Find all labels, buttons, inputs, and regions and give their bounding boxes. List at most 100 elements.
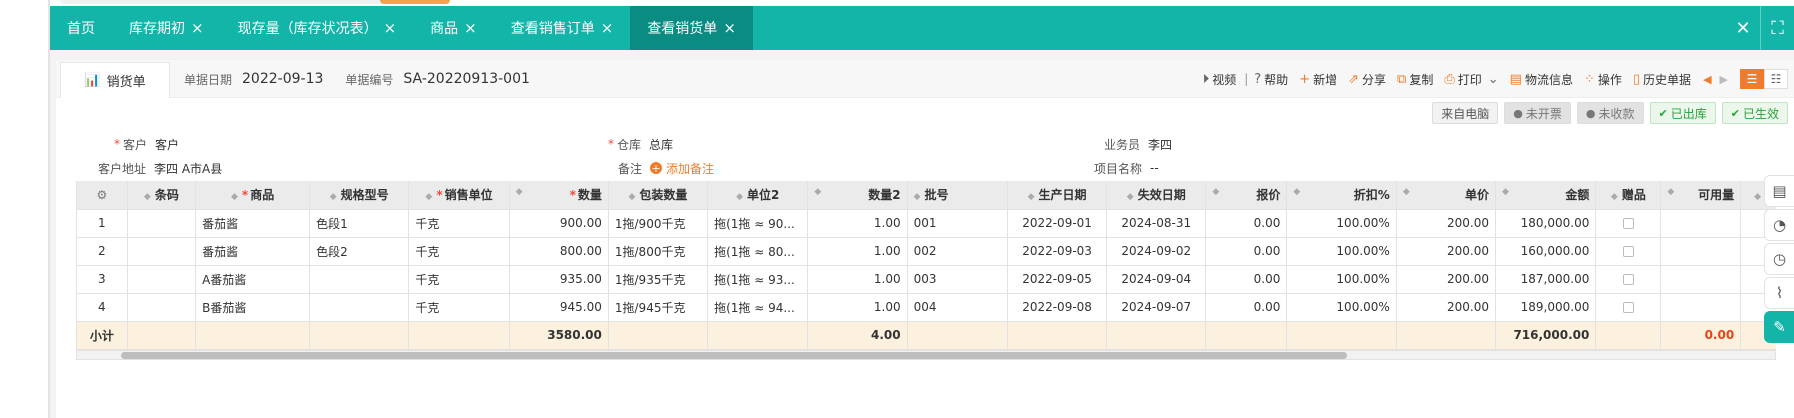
cell-unit[interactable]: 千克 [408, 237, 510, 266]
cell-batch[interactable]: 001 [907, 209, 1008, 238]
copy-button[interactable]: ⧉ 复制 [1397, 71, 1433, 88]
video-button[interactable]: ⏵ 视频 [1203, 71, 1237, 88]
add-button[interactable]: + 新增 [1299, 71, 1337, 88]
table-row[interactable]: 3 A番茄酱 千克 935.00 1拖/935千克 拖(1拖 ≈ 93... 1.00 003… [77, 265, 1776, 294]
cell-discount[interactable]: 100.00% [1286, 293, 1397, 322]
cell-amount[interactable]: 180,000.00 [1495, 209, 1597, 238]
cell-product[interactable]: B番茄酱 [195, 293, 311, 322]
cell-barcode[interactable] [127, 237, 197, 266]
horizontal-scrollbar[interactable] [76, 350, 1776, 360]
detail-view-icon[interactable]: ☷ [1764, 69, 1788, 89]
col-header[interactable]: ◆ * 销售单位 [408, 181, 510, 210]
col-header[interactable]: ◆ * 数量 [509, 181, 609, 210]
cell-barcode[interactable] [127, 209, 197, 238]
cell-price[interactable]: 200.00 [1396, 265, 1497, 294]
cell-spec[interactable]: 色段2 [309, 237, 410, 266]
cell-quote[interactable]: 0.00 [1205, 237, 1288, 266]
next-arrow-icon[interactable]: ▶ [1720, 73, 1728, 86]
cell-spec[interactable] [309, 265, 410, 294]
tab-view-sales-order[interactable]: 查看销售订单 × [494, 6, 631, 50]
gift-checkbox[interactable] [1622, 218, 1634, 229]
customer-field[interactable]: * 客户 客户 [114, 134, 179, 154]
prev-arrow-icon[interactable]: ◀ [1703, 73, 1711, 86]
tab-view-sales-delivery[interactable]: 查看销货单 × [630, 6, 753, 50]
scrollbar-thumb[interactable] [121, 352, 1347, 359]
cell-product[interactable]: 番茄酱 [195, 209, 311, 238]
col-header[interactable]: ◆ 数量2 [807, 181, 908, 210]
cell-available[interactable] [1660, 293, 1742, 322]
cell-price[interactable]: 200.00 [1396, 293, 1497, 322]
history-button[interactable]: ▯ 历史单据 [1633, 71, 1691, 88]
cell-spec[interactable]: 色段1 [309, 209, 410, 238]
col-header[interactable]: ◆ 金额 [1495, 181, 1597, 210]
doc-tab[interactable]: 📊 销货单 [60, 62, 170, 98]
cell-qty2[interactable]: 1.00 [807, 237, 908, 266]
cell-unit[interactable]: 千克 [408, 209, 510, 238]
history-icon[interactable]: ◔ [1764, 209, 1794, 241]
cell-unit[interactable]: 千克 [408, 265, 510, 294]
cell-unit2[interactable]: 拖(1拖 ≈ 80... [707, 237, 809, 266]
cell-unit2[interactable]: 拖(1拖 ≈ 94... [707, 293, 809, 322]
edit-icon[interactable]: ✎ [1764, 311, 1794, 343]
cell-qty2[interactable]: 1.00 [807, 293, 908, 322]
chevron-down-icon[interactable]: ⌄ [1488, 72, 1499, 87]
gift-checkbox[interactable] [1622, 274, 1634, 285]
print-button[interactable]: ⎙ 打印 ⌄ [1444, 71, 1498, 88]
table-row[interactable]: 2 番茄酱 色段2 千克 800.00 1拖/800千克 拖(1拖 ≈ 80... 1.00 0… [77, 237, 1776, 266]
tab-close-icon[interactable]: × [723, 20, 736, 36]
cell-quote[interactable]: 0.00 [1205, 265, 1288, 294]
clock-icon[interactable]: ◷ [1764, 243, 1794, 275]
cell-exp-date[interactable]: 2024-08-31 [1106, 209, 1207, 238]
cell-available[interactable] [1660, 237, 1742, 266]
tab-close-icon[interactable]: × [191, 20, 204, 36]
col-header[interactable]: ◆ 失效日期 [1106, 181, 1207, 210]
cell-prod-date[interactable]: 2022-09-05 [1007, 265, 1108, 294]
col-header[interactable]: ◆ 条码 [127, 181, 197, 210]
cell-batch[interactable]: 002 [907, 237, 1008, 266]
col-header[interactable]: ◆ 单位2 [707, 181, 809, 210]
cell-no[interactable]: 2 [77, 237, 128, 266]
cell-quote[interactable]: 0.00 [1205, 209, 1288, 238]
cell-no[interactable]: 3 [77, 265, 128, 294]
list-view-icon[interactable]: ☰ [1740, 69, 1764, 89]
cell-unit2[interactable]: 拖(1拖 ≈ 93... [707, 265, 809, 294]
cell-available[interactable] [1660, 209, 1742, 238]
project-field[interactable]: 项目名称 -- [1094, 158, 1159, 178]
cell-unit2[interactable]: 拖(1拖 ≈ 90... [707, 209, 809, 238]
cell-prod-date[interactable]: 2022-09-01 [1007, 209, 1108, 238]
tab-inventory-opening[interactable]: 库存期初 × [112, 6, 221, 50]
cell-prod-date[interactable]: 2022-09-08 [1007, 293, 1108, 322]
cell-exp-date[interactable]: 2024-09-04 [1106, 265, 1207, 294]
cell-quote[interactable]: 0.00 [1205, 293, 1288, 322]
share-button[interactable]: ⇗ 分享 [1348, 71, 1386, 88]
cell-discount[interactable]: 100.00% [1286, 209, 1397, 238]
table-row[interactable]: 4 B番茄酱 千克 945.00 1拖/945千克 拖(1拖 ≈ 94... 1.00 004… [77, 293, 1776, 322]
document-icon[interactable]: ▤ [1764, 175, 1794, 207]
tab-home[interactable]: 首页 [50, 6, 112, 50]
cell-exp-date[interactable]: 2024-09-02 [1106, 237, 1207, 266]
col-header[interactable]: ◆ 报价 [1205, 181, 1288, 210]
operate-button[interactable]: ⁘ 操作 [1584, 71, 1622, 88]
cell-unit[interactable]: 千克 [408, 293, 510, 322]
close-all-icon[interactable]: ✕ [1726, 6, 1760, 50]
cell-pack-qty[interactable]: 1拖/800千克 [608, 237, 709, 266]
col-header[interactable]: ◆ 包装数量 [608, 181, 709, 210]
cell-prod-date[interactable]: 2022-09-03 [1007, 237, 1108, 266]
cell-available[interactable] [1660, 265, 1742, 294]
cell-amount[interactable]: 187,000.00 [1495, 265, 1597, 294]
tab-close-icon[interactable]: × [384, 20, 397, 36]
tab-products[interactable]: 商品 × [413, 6, 494, 50]
col-header[interactable]: ◆ 折扣% [1286, 181, 1397, 210]
gift-checkbox[interactable] [1622, 302, 1634, 313]
cell-product[interactable]: 番茄酱 [195, 237, 311, 266]
gear-icon[interactable]: ⚙ [96, 188, 107, 202]
cell-batch[interactable]: 003 [907, 265, 1008, 294]
col-header[interactable]: ◆ 生产日期 [1007, 181, 1108, 210]
cell-exp-date[interactable]: 2024-09-07 [1106, 293, 1207, 322]
col-header[interactable]: ◆ 规格型号 [309, 181, 410, 210]
col-header[interactable]: ◆ * 商品 [195, 181, 311, 210]
attachment-icon[interactable]: ⌇ [1764, 277, 1794, 309]
col-header[interactable]: ◆ 赠品 [1595, 181, 1662, 210]
cell-pack-qty[interactable]: 1拖/935千克 [608, 265, 709, 294]
cell-product[interactable]: A番茄酱 [195, 265, 311, 294]
